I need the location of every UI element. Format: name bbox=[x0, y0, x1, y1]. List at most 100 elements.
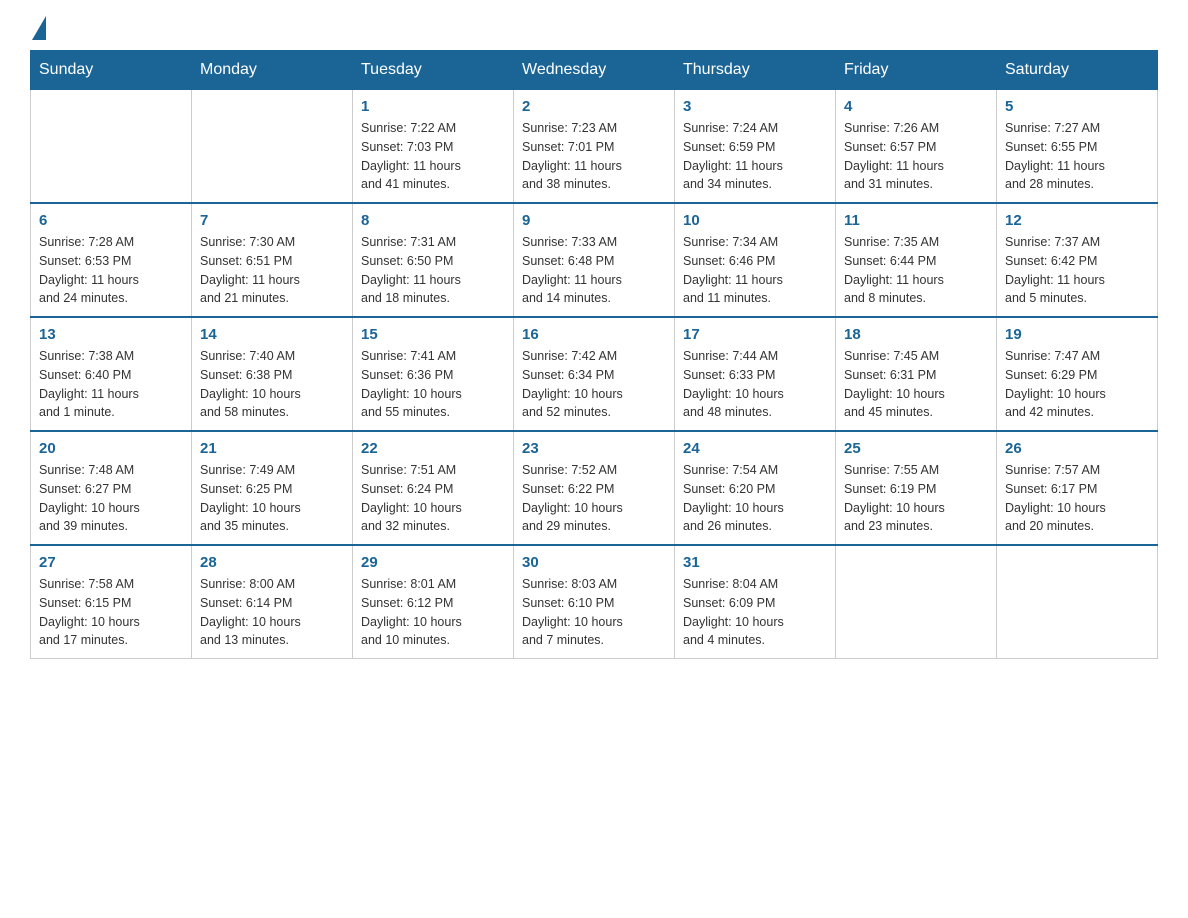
day-number: 15 bbox=[361, 326, 505, 343]
day-number: 12 bbox=[1005, 212, 1149, 229]
day-info: Sunrise: 8:01 AM Sunset: 6:12 PM Dayligh… bbox=[361, 575, 505, 650]
day-info: Sunrise: 8:03 AM Sunset: 6:10 PM Dayligh… bbox=[522, 575, 666, 650]
day-number: 7 bbox=[200, 212, 344, 229]
calendar-cell: 19 Sunrise: 7:47 AM Sunset: 6:29 PM Dayli… bbox=[997, 317, 1158, 431]
calendar-cell: 11Sunrise: 7:35 AM Sunset: 6:44 PM Dayli… bbox=[836, 203, 997, 317]
calendar-cell: 20 Sunrise: 7:48 AM Sunset: 6:27 PM Dayli… bbox=[31, 431, 192, 545]
calendar-cell bbox=[192, 90, 353, 204]
calendar-cell bbox=[836, 545, 997, 659]
calendar-cell bbox=[997, 545, 1158, 659]
day-info: Sunrise: 7:27 AM Sunset: 6:55 PM Dayligh… bbox=[1005, 119, 1149, 194]
calendar-week-row: 13 Sunrise: 7:38 AM Sunset: 6:40 PM Dayli… bbox=[31, 317, 1158, 431]
calendar-cell: 14 Sunrise: 7:40 AM Sunset: 6:38 PM Dayli… bbox=[192, 317, 353, 431]
day-number: 26 bbox=[1005, 440, 1149, 457]
calendar-cell: 30 Sunrise: 8:03 AM Sunset: 6:10 PM Dayli… bbox=[514, 545, 675, 659]
day-info: Sunrise: 7:28 AM Sunset: 6:53 PM Dayligh… bbox=[39, 233, 183, 308]
calendar-header-sunday: Sunday bbox=[31, 51, 192, 90]
day-info: Sunrise: 7:34 AM Sunset: 6:46 PM Dayligh… bbox=[683, 233, 827, 308]
calendar-cell: 8 Sunrise: 7:31 AM Sunset: 6:50 PM Daylig… bbox=[353, 203, 514, 317]
day-info: Sunrise: 7:51 AM Sunset: 6:24 PM Dayligh… bbox=[361, 461, 505, 536]
day-info: Sunrise: 7:24 AM Sunset: 6:59 PM Dayligh… bbox=[683, 119, 827, 194]
calendar-cell: 2 Sunrise: 7:23 AM Sunset: 7:01 PM Daylig… bbox=[514, 90, 675, 204]
day-number: 19 bbox=[1005, 326, 1149, 343]
day-number: 21 bbox=[200, 440, 344, 457]
calendar-header-friday: Friday bbox=[836, 51, 997, 90]
day-info: Sunrise: 7:48 AM Sunset: 6:27 PM Dayligh… bbox=[39, 461, 183, 536]
day-number: 13 bbox=[39, 326, 183, 343]
day-number: 4 bbox=[844, 98, 988, 115]
calendar-cell: 21 Sunrise: 7:49 AM Sunset: 6:25 PM Dayli… bbox=[192, 431, 353, 545]
day-number: 23 bbox=[522, 440, 666, 457]
day-number: 30 bbox=[522, 554, 666, 571]
calendar-table: SundayMondayTuesdayWednesdayThursdayFrid… bbox=[30, 50, 1158, 659]
day-info: Sunrise: 7:47 AM Sunset: 6:29 PM Dayligh… bbox=[1005, 347, 1149, 422]
calendar-cell: 23 Sunrise: 7:52 AM Sunset: 6:22 PM Dayli… bbox=[514, 431, 675, 545]
day-number: 10 bbox=[683, 212, 827, 229]
calendar-cell: 10 Sunrise: 7:34 AM Sunset: 6:46 PM Dayli… bbox=[675, 203, 836, 317]
calendar-cell: 28 Sunrise: 8:00 AM Sunset: 6:14 PM Dayli… bbox=[192, 545, 353, 659]
day-number: 17 bbox=[683, 326, 827, 343]
day-number: 16 bbox=[522, 326, 666, 343]
day-number: 29 bbox=[361, 554, 505, 571]
day-info: Sunrise: 7:49 AM Sunset: 6:25 PM Dayligh… bbox=[200, 461, 344, 536]
calendar-cell: 3 Sunrise: 7:24 AM Sunset: 6:59 PM Daylig… bbox=[675, 90, 836, 204]
day-info: Sunrise: 7:23 AM Sunset: 7:01 PM Dayligh… bbox=[522, 119, 666, 194]
day-info: Sunrise: 7:22 AM Sunset: 7:03 PM Dayligh… bbox=[361, 119, 505, 194]
day-number: 27 bbox=[39, 554, 183, 571]
day-number: 3 bbox=[683, 98, 827, 115]
day-number: 24 bbox=[683, 440, 827, 457]
day-number: 9 bbox=[522, 212, 666, 229]
calendar-cell: 4 Sunrise: 7:26 AM Sunset: 6:57 PM Daylig… bbox=[836, 90, 997, 204]
day-info: Sunrise: 7:44 AM Sunset: 6:33 PM Dayligh… bbox=[683, 347, 827, 422]
day-info: Sunrise: 7:41 AM Sunset: 6:36 PM Dayligh… bbox=[361, 347, 505, 422]
logo-triangle-icon bbox=[32, 16, 46, 40]
calendar-cell: 29 Sunrise: 8:01 AM Sunset: 6:12 PM Dayli… bbox=[353, 545, 514, 659]
day-number: 25 bbox=[844, 440, 988, 457]
calendar-header-wednesday: Wednesday bbox=[514, 51, 675, 90]
calendar-header-tuesday: Tuesday bbox=[353, 51, 514, 90]
day-info: Sunrise: 7:35 AM Sunset: 6:44 PM Dayligh… bbox=[844, 233, 988, 308]
day-info: Sunrise: 7:42 AM Sunset: 6:34 PM Dayligh… bbox=[522, 347, 666, 422]
day-number: 2 bbox=[522, 98, 666, 115]
calendar-cell: 1Sunrise: 7:22 AM Sunset: 7:03 PM Daylig… bbox=[353, 90, 514, 204]
calendar-header-saturday: Saturday bbox=[997, 51, 1158, 90]
day-info: Sunrise: 7:37 AM Sunset: 6:42 PM Dayligh… bbox=[1005, 233, 1149, 308]
day-info: Sunrise: 7:55 AM Sunset: 6:19 PM Dayligh… bbox=[844, 461, 988, 536]
calendar-cell: 13 Sunrise: 7:38 AM Sunset: 6:40 PM Dayli… bbox=[31, 317, 192, 431]
day-info: Sunrise: 7:54 AM Sunset: 6:20 PM Dayligh… bbox=[683, 461, 827, 536]
calendar-week-row: 6 Sunrise: 7:28 AM Sunset: 6:53 PM Daylig… bbox=[31, 203, 1158, 317]
calendar-cell: 22Sunrise: 7:51 AM Sunset: 6:24 PM Dayli… bbox=[353, 431, 514, 545]
day-info: Sunrise: 7:31 AM Sunset: 6:50 PM Dayligh… bbox=[361, 233, 505, 308]
calendar-cell: 24 Sunrise: 7:54 AM Sunset: 6:20 PM Dayli… bbox=[675, 431, 836, 545]
calendar-week-row: 1Sunrise: 7:22 AM Sunset: 7:03 PM Daylig… bbox=[31, 90, 1158, 204]
calendar-header-thursday: Thursday bbox=[675, 51, 836, 90]
logo bbox=[30, 20, 46, 40]
calendar-cell: 15 Sunrise: 7:41 AM Sunset: 6:36 PM Dayli… bbox=[353, 317, 514, 431]
day-number: 14 bbox=[200, 326, 344, 343]
day-number: 5 bbox=[1005, 98, 1149, 115]
calendar-cell: 17 Sunrise: 7:44 AM Sunset: 6:33 PM Dayli… bbox=[675, 317, 836, 431]
day-info: Sunrise: 8:00 AM Sunset: 6:14 PM Dayligh… bbox=[200, 575, 344, 650]
calendar-week-row: 27 Sunrise: 7:58 AM Sunset: 6:15 PM Dayli… bbox=[31, 545, 1158, 659]
calendar-header-row: SundayMondayTuesdayWednesdayThursdayFrid… bbox=[31, 51, 1158, 90]
day-info: Sunrise: 7:26 AM Sunset: 6:57 PM Dayligh… bbox=[844, 119, 988, 194]
day-number: 20 bbox=[39, 440, 183, 457]
day-info: Sunrise: 7:40 AM Sunset: 6:38 PM Dayligh… bbox=[200, 347, 344, 422]
calendar-cell: 18Sunrise: 7:45 AM Sunset: 6:31 PM Dayli… bbox=[836, 317, 997, 431]
day-number: 28 bbox=[200, 554, 344, 571]
page-header bbox=[30, 20, 1158, 40]
day-info: Sunrise: 7:30 AM Sunset: 6:51 PM Dayligh… bbox=[200, 233, 344, 308]
day-info: Sunrise: 7:33 AM Sunset: 6:48 PM Dayligh… bbox=[522, 233, 666, 308]
day-info: Sunrise: 7:38 AM Sunset: 6:40 PM Dayligh… bbox=[39, 347, 183, 422]
day-info: Sunrise: 7:45 AM Sunset: 6:31 PM Dayligh… bbox=[844, 347, 988, 422]
calendar-cell: 6 Sunrise: 7:28 AM Sunset: 6:53 PM Daylig… bbox=[31, 203, 192, 317]
day-number: 8 bbox=[361, 212, 505, 229]
calendar-week-row: 20 Sunrise: 7:48 AM Sunset: 6:27 PM Dayli… bbox=[31, 431, 1158, 545]
day-info: Sunrise: 7:58 AM Sunset: 6:15 PM Dayligh… bbox=[39, 575, 183, 650]
calendar-cell: 27 Sunrise: 7:58 AM Sunset: 6:15 PM Dayli… bbox=[31, 545, 192, 659]
day-info: Sunrise: 7:52 AM Sunset: 6:22 PM Dayligh… bbox=[522, 461, 666, 536]
calendar-cell: 12 Sunrise: 7:37 AM Sunset: 6:42 PM Dayli… bbox=[997, 203, 1158, 317]
day-number: 6 bbox=[39, 212, 183, 229]
day-info: Sunrise: 7:57 AM Sunset: 6:17 PM Dayligh… bbox=[1005, 461, 1149, 536]
calendar-cell: 26 Sunrise: 7:57 AM Sunset: 6:17 PM Dayli… bbox=[997, 431, 1158, 545]
